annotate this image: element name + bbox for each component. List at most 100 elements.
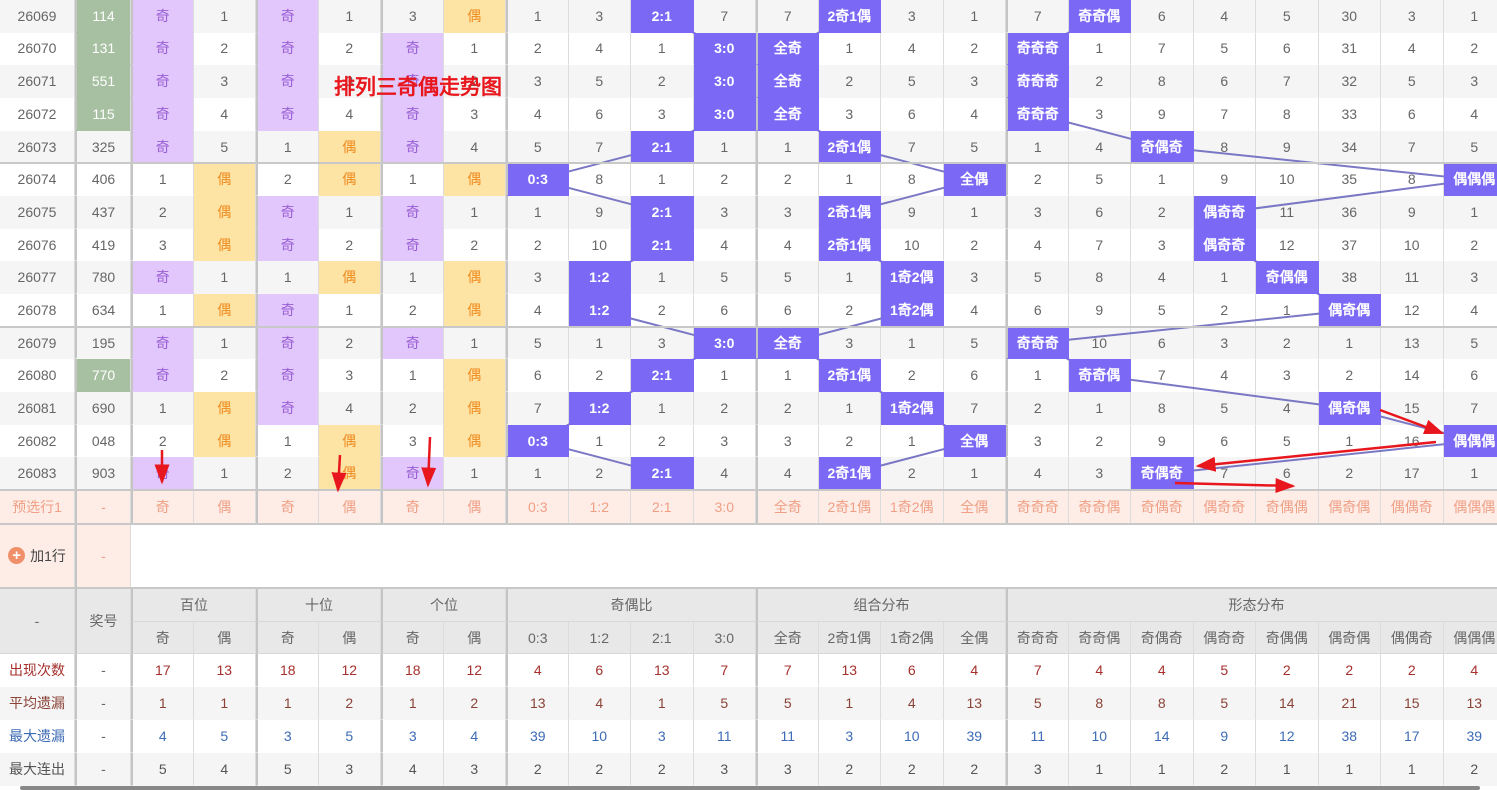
header-corner: - (0, 588, 75, 655)
trend-cell: 5 (506, 326, 569, 360)
trend-cell: 1 (1006, 359, 1069, 393)
trend-cell: 1 (1318, 326, 1381, 360)
header-column: 奇 (381, 622, 444, 655)
trend-cell: 3 (756, 424, 819, 458)
stats-value: 10 (881, 720, 944, 754)
stats-value: 11 (1006, 720, 1069, 754)
preselect-option[interactable]: 全奇 (756, 490, 819, 525)
trend-cell: 5 (756, 261, 819, 295)
trend-cell: 31 (1318, 32, 1381, 66)
stats-value: 2 (1193, 753, 1256, 787)
stats-value: 4 (381, 753, 444, 787)
stats-value: 2 (943, 753, 1006, 787)
preselect-option[interactable]: 2奇1偶 (818, 490, 881, 525)
trend-cell: 3 (381, 0, 444, 33)
trend-cell: 2 (818, 424, 881, 458)
preselect-option[interactable]: 奇奇偶 (1068, 490, 1131, 525)
issue-number: 26077 (0, 261, 75, 295)
trend-cell: 2 (756, 163, 819, 196)
issue-number: 26080 (0, 359, 75, 393)
divider (0, 523, 1497, 526)
draw-number: 114 (75, 0, 131, 33)
parity-cell: 偶 (318, 424, 381, 458)
trend-cell: 1 (506, 457, 569, 491)
preselect-option[interactable]: 偶奇偶 (1318, 490, 1381, 525)
stats-value: 2 (318, 687, 381, 721)
preselect-option[interactable]: 2:1 (631, 490, 694, 525)
trend-cell: 1 (318, 0, 381, 33)
stats-value: 3 (756, 753, 819, 787)
trend-cell: 6 (1443, 359, 1497, 393)
trend-cell: 9 (1381, 196, 1444, 229)
trend-cell: 9 (1256, 130, 1319, 164)
parity-cell: 奇 (381, 98, 444, 131)
trend-cell: 2 (693, 163, 756, 196)
preselect-option[interactable]: 奇偶奇 (1131, 490, 1194, 525)
draw-number: 115 (75, 98, 131, 131)
trend-cell: 4 (506, 294, 569, 327)
preselect-option[interactable]: 3:0 (693, 490, 756, 525)
hit-cell: 1:2 (568, 392, 631, 425)
trend-cell: 13 (1381, 326, 1444, 360)
row-group-divider (0, 162, 1497, 165)
trend-cell: 5 (1256, 424, 1319, 458)
trend-cell: 3 (131, 228, 194, 262)
preselect-option[interactable]: 偶 (443, 490, 506, 525)
trend-cell: 30 (1318, 0, 1381, 33)
stats-label: 最大遗漏 (0, 720, 75, 754)
issue-number: 26078 (0, 294, 75, 327)
preselect-option[interactable]: 奇偶偶 (1256, 490, 1319, 525)
trend-cell: 9 (881, 196, 944, 229)
parity-cell: 奇 (131, 261, 194, 295)
issue-number: 26083 (0, 457, 75, 491)
preselect-option[interactable]: 偶 (318, 490, 381, 525)
preselect-option[interactable]: 偶 (193, 490, 256, 525)
preselect-option[interactable]: 全偶 (943, 490, 1006, 525)
preselect-option[interactable]: 0:3 (506, 490, 569, 525)
stats-value: 1 (381, 687, 444, 721)
add-row-button[interactable]: + 加1行 (0, 524, 75, 589)
trend-cell: 2 (256, 163, 319, 196)
trend-cell: 1 (381, 261, 444, 295)
draw-number: 048 (75, 424, 131, 458)
preselect-option[interactable]: 奇 (131, 490, 194, 525)
preselect-option[interactable]: 奇 (381, 490, 444, 525)
trend-cell: 2 (193, 32, 256, 66)
stats-value: 11 (756, 720, 819, 754)
preselect-option[interactable]: 偶偶偶 (1443, 490, 1497, 525)
trend-cell: 7 (1131, 359, 1194, 393)
trend-cell: 9 (1131, 98, 1194, 131)
hit-cell: 奇偶偶 (1256, 261, 1319, 295)
plus-circle-icon: + (8, 547, 26, 565)
trend-cell: 4 (318, 392, 381, 425)
trend-cell: 2 (756, 392, 819, 425)
trend-cell: 5 (1381, 65, 1444, 98)
parity-cell: 奇 (256, 228, 319, 262)
preselect-option[interactable]: 奇 (256, 490, 319, 525)
trend-cell: 6 (506, 359, 569, 393)
preselect-option[interactable]: 偶奇奇 (1193, 490, 1256, 525)
parity-cell: 奇 (256, 392, 319, 425)
stats-value: 1 (1131, 753, 1194, 787)
stats-value: 13 (506, 687, 569, 721)
stats-number: - (75, 720, 131, 754)
trend-cell: 1 (1318, 424, 1381, 458)
horizontal-scrollbar[interactable] (20, 786, 1480, 790)
parity-cell: 偶 (193, 196, 256, 229)
parity-cell: 偶 (443, 261, 506, 295)
trend-cell: 32 (1318, 65, 1381, 98)
preselect-option[interactable]: 1:2 (568, 490, 631, 525)
preselect-option[interactable]: 偶偶奇 (1381, 490, 1444, 525)
trend-cell: 2 (1318, 457, 1381, 491)
stats-label: 最大连出 (0, 753, 75, 787)
issue-number: 26072 (0, 98, 75, 131)
header-column: 0:3 (506, 622, 569, 655)
trend-cell: 1 (1443, 457, 1497, 491)
preselect-option[interactable]: 1奇2偶 (881, 490, 944, 525)
preselect-option[interactable]: 奇奇奇 (1006, 490, 1069, 525)
stats-value: 2 (1443, 753, 1497, 787)
header-column: 偶偶偶 (1443, 622, 1497, 655)
add-row-number: - (75, 524, 131, 589)
parity-cell: 奇 (131, 98, 194, 131)
trend-cell: 11 (1256, 196, 1319, 229)
